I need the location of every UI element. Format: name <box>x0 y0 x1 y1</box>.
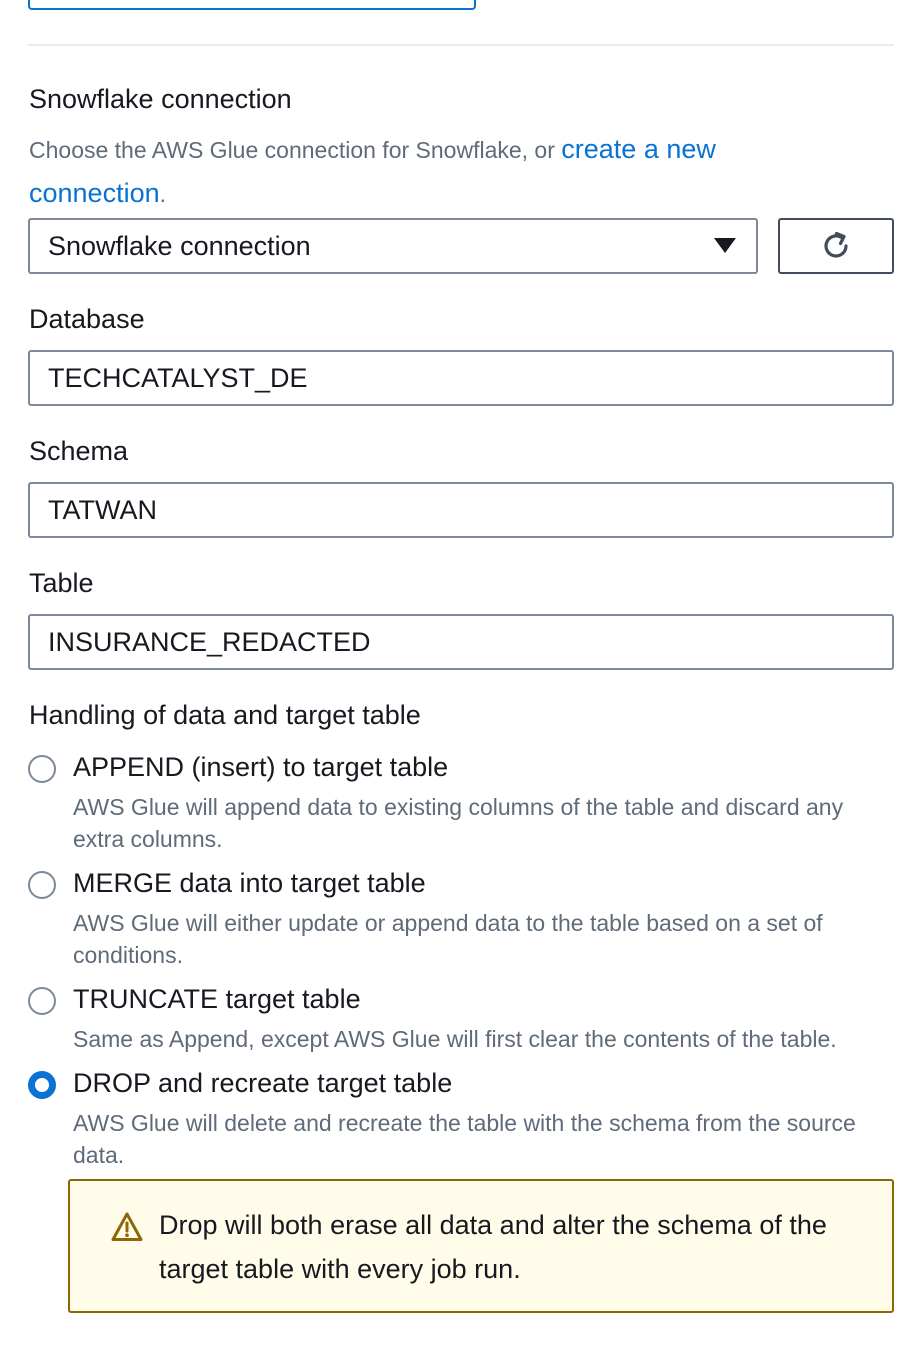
radio-merge[interactable] <box>28 871 56 899</box>
database-label: Database <box>29 304 145 334</box>
refresh-button[interactable] <box>778 218 894 274</box>
warning-icon <box>111 1212 143 1241</box>
caret-down-icon <box>714 238 736 253</box>
option-append-description: AWS Glue will append data to existing co… <box>73 794 844 852</box>
table-value: INSURANCE_REDACTED <box>48 626 371 657</box>
option-drop-label[interactable]: DROP and recreate target table <box>73 1068 452 1099</box>
warning-text: Drop will both erase all data and alter … <box>159 1210 827 1284</box>
snowflake-connection-description: Choose the AWS Glue connection for Snowf… <box>29 128 809 216</box>
radio-append[interactable] <box>28 755 56 783</box>
database-input[interactable]: TECHCATALYST_DE <box>28 350 894 406</box>
radio-drop-selected[interactable] <box>28 1071 56 1099</box>
option-append-label[interactable]: APPEND (insert) to target table <box>73 752 448 783</box>
table-input[interactable]: INSURANCE_REDACTED <box>28 614 894 670</box>
select-value: Snowflake connection <box>48 230 311 261</box>
schema-value: TATWAN <box>48 494 157 525</box>
section-divider <box>28 44 894 46</box>
snowflake-connection-label: Snowflake connection <box>29 84 292 114</box>
schema-input[interactable]: TATWAN <box>28 482 894 538</box>
description-period: . <box>159 181 166 207</box>
option-truncate-label[interactable]: TRUNCATE target table <box>73 984 361 1015</box>
schema-label: Schema <box>29 436 129 466</box>
refresh-icon <box>824 231 848 258</box>
database-value: TECHCATALYST_DE <box>48 362 308 393</box>
option-merge-label[interactable]: MERGE data into target table <box>73 868 426 899</box>
previous-field[interactable] <box>28 0 476 10</box>
option-merge-description: AWS Glue will either update or append da… <box>73 910 823 968</box>
radio-truncate[interactable] <box>28 987 56 1015</box>
snowflake-connection-select[interactable]: Snowflake connection <box>28 218 758 274</box>
description-text: Choose the AWS Glue connection for Snowf… <box>29 137 562 163</box>
warning-alert: Drop will both erase all data and alter … <box>68 1179 894 1313</box>
handling-label: Handling of data and target table <box>29 700 421 730</box>
option-drop-description: AWS Glue will delete and recreate the ta… <box>73 1110 856 1168</box>
table-label: Table <box>29 568 94 598</box>
option-truncate-description: Same as Append, except AWS Glue will fir… <box>73 1026 837 1052</box>
